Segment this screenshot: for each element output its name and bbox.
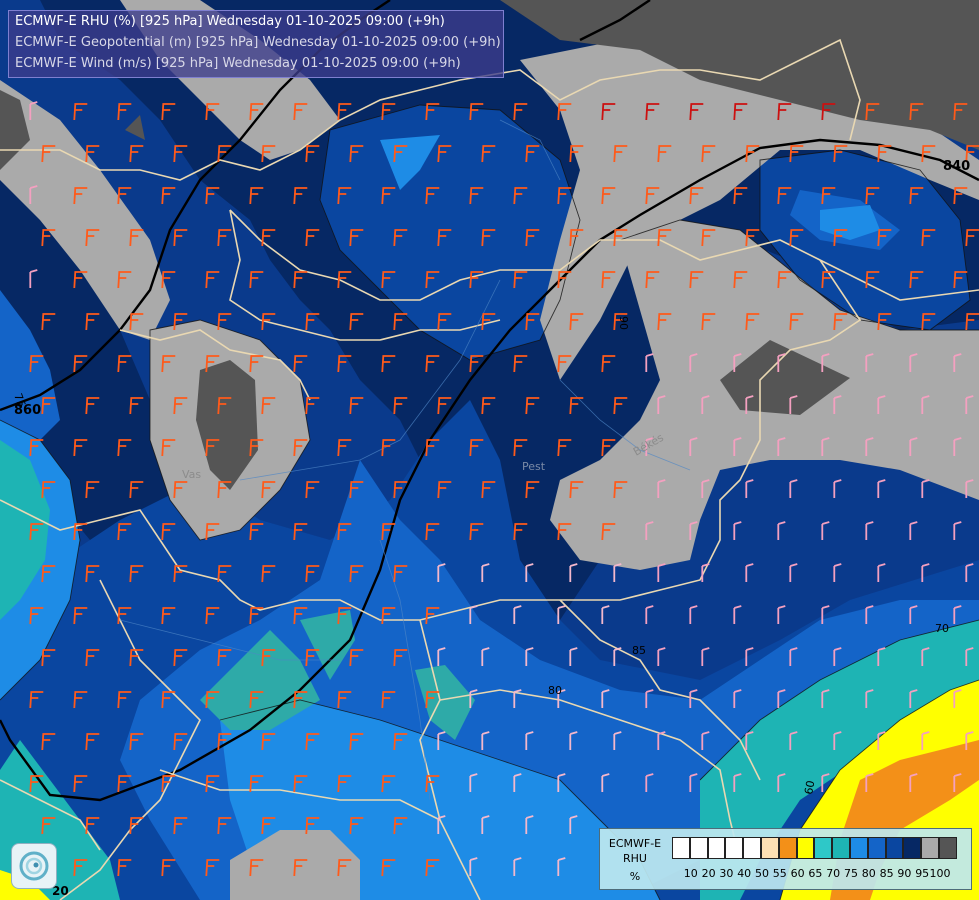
legend-swatch [689,837,708,859]
legend-swatch [921,837,939,859]
legend-tick-label: 70 [826,867,841,880]
legend-swatch [707,837,726,859]
legend-swatch [867,837,886,859]
legend-swatch [743,837,761,859]
weather-map[interactable]: 840 860 85 90 80 70 60 75 20 Pest Békés … [0,0,979,900]
legend-tick-label: 50 [755,867,769,880]
legend-tick-label: 40 [737,867,752,880]
legend-swatch [725,837,744,859]
legend-swatch [796,837,815,859]
geopotential-label-840: 840 [943,159,970,174]
place-label-pest: Pest [522,460,546,473]
legend-swatch [938,837,957,859]
legend-tick-label: 55 [772,867,787,880]
title-rhu: ECMWF-E RHU (%) [925 hPa] Wednesday 01-1… [15,14,445,29]
legend-swatch [760,837,779,859]
legend-tick-label: 10 [683,867,698,880]
legend-tick-labels: 10 20 30 40 50 55 60 65 70 75 80 85 90 95 100 [672,867,968,881]
legend-swatch [885,837,904,859]
legend-swatch [814,837,833,859]
rhu-legend: ECMWF-E RHU % 10 20 30 40 50 55 60 65 70 75 80 85 90… [599,828,972,890]
rhu-label-90: 90 [617,316,630,330]
legend-swatch [832,837,850,859]
legend-tick-label: 60 [790,867,805,880]
logo-icon[interactable] [11,843,57,889]
legend-field: RHU [623,852,647,865]
rhu-label-80: 80 [548,684,562,697]
title-wind: ECMWF-E Wind (m/s) [925 hPa] Wednesday 0… [15,56,461,71]
legend-tick-label: 80 [861,867,876,880]
legend-swatch [778,837,797,859]
place-label-vas: Vas [182,468,201,481]
legend-tick-label: 90 [897,867,912,880]
swirl-icon [19,851,49,881]
legend-tick-label: 75 [844,867,858,880]
rhu-label-60: 60 [802,779,817,795]
legend-tick-label: 20 [701,867,716,880]
legend-tick-label: 65 [808,867,823,880]
legend-unit: % [629,870,641,883]
legend-tick-label: 30 [719,867,734,880]
legend-tick-label: 85 [879,867,894,880]
legend-tick-label: 100 [929,867,951,880]
rhu-label-85: 85 [632,644,646,657]
legend-color-scale [672,837,957,859]
rhu-label-70: 70 [935,622,949,635]
legend-swatch [903,837,922,859]
title-geopotential: ECMWF-E Geopotential (m) [925 hPa] Wedne… [15,35,501,50]
legend-swatch [672,837,690,859]
map-title-panel: ECMWF-E RHU (%) [925 hPa] Wednesday 01-1… [8,10,504,78]
legend-model: ECMWF-E [608,837,662,850]
legend-tick-label: 95 [915,867,930,880]
map-view[interactable]: 840 860 85 90 80 70 60 75 20 Pest Békés … [0,0,979,900]
legend-swatch [849,837,868,859]
